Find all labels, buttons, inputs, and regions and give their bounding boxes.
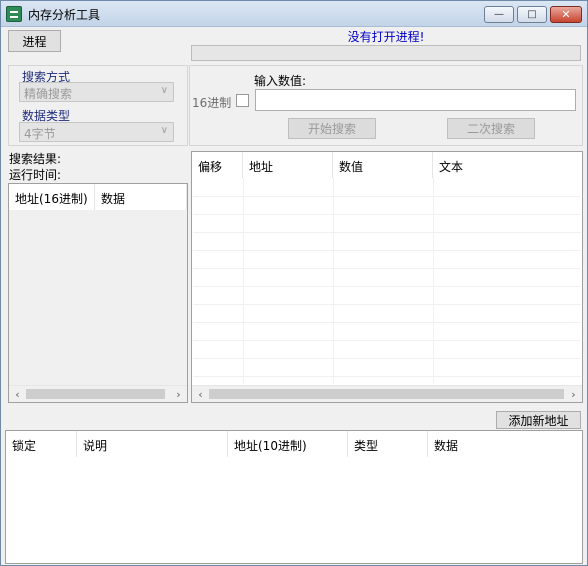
column-header-type[interactable]: 类型: [348, 431, 428, 457]
memory-horizontal-scrollbar[interactable]: ‹ ›: [192, 385, 582, 402]
chevron-right-icon[interactable]: ›: [565, 386, 582, 402]
chevron-down-icon: ∨: [160, 125, 168, 136]
close-button[interactable]: ✕: [550, 6, 582, 23]
run-time-label: 运行时间:: [9, 168, 62, 182]
data-type-select[interactable]: 4字节 ∨: [19, 122, 174, 142]
grid-row-line: [193, 340, 581, 341]
results-list[interactable]: 地址(16进制) 数据 ‹ ›: [8, 183, 188, 403]
search-mode-select[interactable]: 精确搜索 ∨: [19, 82, 174, 102]
progress-bar: [191, 45, 581, 61]
column-header-text[interactable]: 文本: [433, 152, 582, 178]
input-value-label: 输入数值:: [254, 74, 307, 88]
grid-column-line: [433, 178, 434, 384]
column-header-value[interactable]: 数值: [333, 152, 433, 178]
close-icon: ✕: [561, 8, 571, 21]
saved-list-header: 锁定 说明 地址(10进制) 类型 数据: [6, 431, 578, 457]
search-result-label: 搜索结果:: [9, 152, 62, 166]
grid-row-line: [193, 304, 581, 305]
memory-view-header: 偏移 地址 数值 文本: [192, 152, 582, 178]
app-icon: [6, 6, 22, 22]
title-bar[interactable]: 内存分析工具 — □ ✕: [1, 1, 587, 27]
maximize-icon: □: [527, 9, 537, 20]
minimize-icon: —: [494, 9, 504, 20]
second-search-button[interactable]: 二次搜索: [447, 118, 535, 139]
column-header-address[interactable]: 地址: [243, 152, 333, 178]
process-button[interactable]: 进程: [8, 30, 61, 52]
hex-label: 16进制: [192, 96, 232, 110]
start-search-button[interactable]: 开始搜索: [288, 118, 376, 139]
grid-column-line: [333, 178, 334, 384]
hex-checkbox[interactable]: [236, 94, 249, 107]
grid-row-line: [193, 322, 581, 323]
chevron-left-icon[interactable]: ‹: [9, 386, 26, 402]
saved-address-list[interactable]: 锁定 说明 地址(10进制) 类型 数据: [5, 430, 583, 564]
column-header-address-hex[interactable]: 地址(16进制): [9, 184, 95, 210]
memory-view-list[interactable]: 偏移 地址 数值 文本 ‹ ›: [191, 151, 583, 403]
grid-row-line: [193, 376, 581, 377]
chevron-right-icon[interactable]: ›: [170, 386, 187, 402]
grid-row-line: [193, 214, 581, 215]
data-type-value: 4字节: [24, 127, 56, 141]
grid-row-line: [193, 286, 581, 287]
window-title: 内存分析工具: [28, 8, 101, 22]
column-header-lock[interactable]: 锁定: [6, 431, 77, 457]
add-new-address-button[interactable]: 添加新地址: [496, 411, 581, 429]
search-mode-value: 精确搜索: [24, 87, 73, 101]
grid-row-line: [193, 358, 581, 359]
grid-row-line: [193, 232, 581, 233]
results-horizontal-scrollbar[interactable]: ‹ ›: [9, 385, 187, 402]
grid-row-line: [193, 250, 581, 251]
grid-column-line: [243, 178, 244, 384]
column-header-description[interactable]: 说明: [77, 431, 228, 457]
column-header-offset[interactable]: 偏移: [192, 152, 243, 178]
column-header-data[interactable]: 数据: [95, 184, 187, 210]
column-header-saved-data[interactable]: 数据: [428, 431, 578, 457]
search-value-input[interactable]: [255, 89, 576, 111]
scrollbar-thumb[interactable]: [209, 389, 564, 399]
grid-row-line: [193, 196, 581, 197]
column-header-address-dec[interactable]: 地址(10进制): [228, 431, 348, 457]
chevron-down-icon: ∨: [160, 85, 168, 96]
scrollbar-thumb[interactable]: [26, 389, 165, 399]
process-status-text: 没有打开进程!: [347, 30, 425, 44]
maximize-button[interactable]: □: [517, 6, 547, 23]
results-list-header: 地址(16进制) 数据: [9, 184, 187, 210]
minimize-button[interactable]: —: [484, 6, 514, 23]
grid-row-line: [193, 268, 581, 269]
chevron-left-icon[interactable]: ‹: [192, 386, 209, 402]
main-window: 内存分析工具 — □ ✕ 进程 没有打开进程! 搜索方式 精确搜索 ∨ 数据类型…: [0, 0, 588, 566]
